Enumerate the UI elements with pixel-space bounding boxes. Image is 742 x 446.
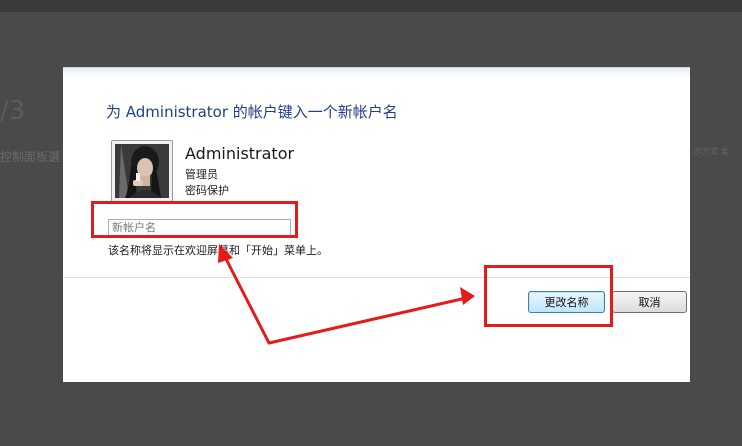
dialog-heading: 为 Administrator 的帐户键入一个新帐户名 — [106, 103, 398, 121]
rename-account-dialog: 为 Administrator 的帐户键入一个新帐户名 Administrato… — [63, 67, 690, 382]
user-name: Administrator — [185, 144, 295, 163]
background-page-number: /3 — [0, 96, 26, 126]
user-avatar — [111, 140, 173, 202]
user-role: 管理员 — [185, 168, 218, 181]
new-account-name-input[interactable] — [108, 219, 291, 236]
button-area-divider — [63, 277, 690, 278]
background-view-options: 示方式 类 — [694, 147, 729, 156]
cancel-button[interactable]: 取消 — [612, 291, 687, 313]
avatar-picture — [115, 144, 169, 198]
background-title-bar — [0, 0, 742, 12]
user-password-status: 密码保护 — [185, 184, 229, 197]
name-hint: 该名称将显示在欢迎屏幕和「开始」菜单上。 — [108, 244, 328, 257]
background-breadcrumb: 控制面板選 — [0, 150, 61, 164]
change-name-button[interactable]: 更改名称 — [528, 291, 605, 313]
dialog-top-gradient — [63, 68, 690, 78]
